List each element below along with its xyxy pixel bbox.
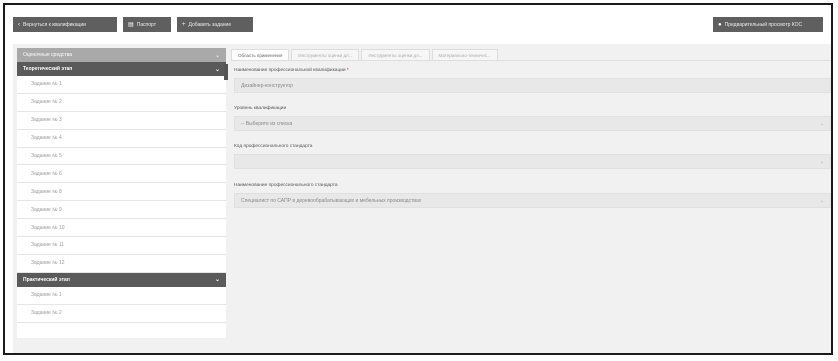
chevron-down-icon: ⌄ (214, 277, 220, 284)
level-select[interactable]: -- Выберите из списка ⌄ (234, 116, 831, 131)
list-item[interactable]: Задание № 11 (17, 237, 226, 255)
chevron-down-icon: ⌄ (819, 158, 824, 165)
list-item[interactable]: Задание № 5 (17, 148, 226, 166)
chevron-down-icon: ⌄ (819, 197, 824, 204)
tab-scope[interactable]: Область применения (231, 49, 290, 60)
eye-icon: ● (718, 21, 722, 28)
plus-icon: + (182, 21, 186, 28)
list-item[interactable]: Задание № 3 (17, 112, 226, 130)
chevron-down-icon: ⌄ (214, 52, 220, 59)
level-label: Уровень квалификации (234, 106, 287, 111)
chevron-down-icon: ⌄ (819, 120, 824, 127)
sidebar-header[interactable]: Оценочные средства ⌄ (17, 48, 226, 62)
chevron-left-icon: ‹ (18, 21, 20, 28)
content-panel: Область применения Инструменты оценки дл… (231, 48, 831, 338)
app-window: ‹ Вернуться к квалификации ▤ Паспорт + Д… (3, 3, 833, 355)
add-task-button[interactable]: + Добавить задание (177, 17, 253, 32)
stage-theory-header[interactable]: Теоретический этап ⌄ (17, 62, 226, 76)
std-code-select[interactable]: ⌄ (234, 154, 831, 169)
main-area: Оценочные средства ⌄ Теоретический этап … (13, 44, 831, 353)
passport-button[interactable]: ▤ Паспорт (123, 17, 171, 32)
std-name-select[interactable]: Специалист по САПР в деревообрабатывающи… (234, 193, 831, 208)
sidebar-scrollbar[interactable] (224, 64, 228, 80)
std-name-label: Наименование профессионального стандарта (234, 183, 338, 188)
std-code-label: Код профессионального стандарта (234, 144, 313, 149)
list-item[interactable]: Задание № 8 (17, 183, 226, 202)
stage-practice-header[interactable]: Практический этап ⌄ (17, 272, 226, 287)
list-item[interactable]: Задание № 4 (17, 130, 226, 148)
qual-name-field[interactable]: Дизайнер-конструктор (234, 78, 831, 93)
list-item[interactable]: Задание № 2 (17, 305, 226, 323)
list-item[interactable]: Задание № 12 (17, 255, 226, 273)
sidebar: Оценочные средства ⌄ Теоретический этап … (17, 48, 226, 338)
card-icon: ▤ (128, 22, 134, 28)
toolbar: ‹ Вернуться к квалификации ▤ Паспорт + Д… (5, 5, 831, 44)
required-mark: * (346, 68, 349, 73)
list-item[interactable]: Задание № 10 (17, 219, 226, 238)
list-item[interactable]: Задание № 1 (17, 76, 226, 94)
qual-name-label: Наименование профессиональной квалификац… (234, 68, 349, 73)
list-item[interactable]: Задание № 9 (17, 201, 226, 220)
list-item[interactable]: Задание № 1 (17, 287, 226, 305)
tab-tools-2[interactable]: Инструменты оценки дл... (361, 49, 430, 60)
list-item[interactable]: Задание № 2 (17, 94, 226, 112)
tab-bar: Область применения Инструменты оценки дл… (231, 48, 831, 61)
chevron-down-icon: ⌄ (214, 66, 220, 73)
tab-tools-1[interactable]: Инструменты оценки дл... (291, 49, 360, 60)
back-button[interactable]: ‹ Вернуться к квалификации (13, 17, 117, 32)
list-item[interactable]: Задание № 6 (17, 165, 226, 184)
preview-button[interactable]: ● Предварительный просмотр КОС (713, 17, 823, 32)
tab-materials[interactable]: Материально-техничес... (431, 49, 498, 60)
